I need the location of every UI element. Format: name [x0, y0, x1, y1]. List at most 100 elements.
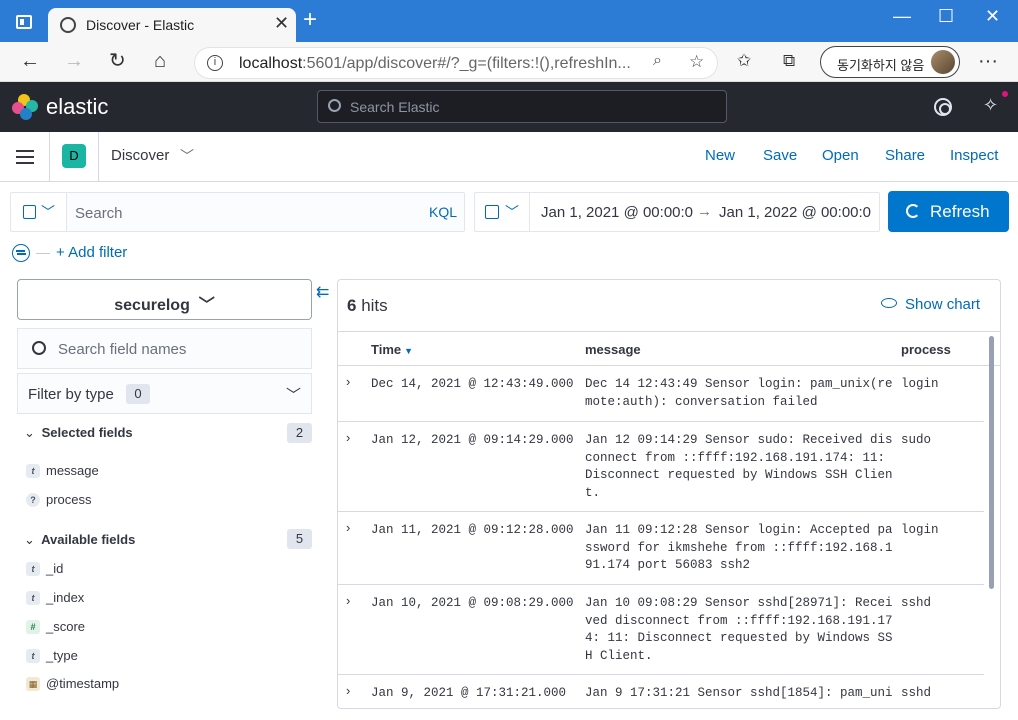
cell-message: Jan 10 09:08:29 Sensor sshd[28971]: Rece…	[585, 596, 893, 663]
browser-tab[interactable]: Discover - Elastic ✕	[48, 8, 296, 42]
chevron-down-icon: ﹀	[505, 204, 519, 220]
tab-close-icon[interactable]: ✕	[274, 13, 289, 34]
home-button[interactable]: ⌂	[154, 50, 166, 72]
string-type-icon: t	[26, 464, 40, 478]
calendar-icon	[485, 205, 499, 219]
share-button[interactable]: Share	[885, 147, 925, 164]
column-header-process[interactable]: process	[901, 342, 951, 357]
forward-button[interactable]: →	[64, 50, 84, 72]
space-avatar[interactable]: D	[62, 144, 86, 168]
zoom-icon[interactable]: ⌕	[653, 52, 662, 70]
filter-options-icon[interactable]	[12, 244, 30, 262]
query-bar: ﹀ Search KQL	[10, 192, 465, 232]
expand-row-icon[interactable]: ›	[346, 520, 350, 535]
field-search-placeholder: Search field names	[58, 341, 187, 358]
field-timestamp[interactable]: ▦ @timestamp	[26, 676, 119, 691]
query-input[interactable]: Search	[75, 205, 123, 222]
arrow-right-icon: →	[697, 203, 712, 220]
cell-process: login	[901, 377, 939, 391]
app-bar: D Discover ﹀ New Save Open Share Inspect	[0, 132, 1018, 182]
query-language-button[interactable]: KQL	[429, 204, 457, 220]
collections-icon[interactable]: ⧉	[783, 50, 795, 72]
chevron-down-icon[interactable]: ﹀	[180, 146, 194, 166]
field-search-input[interactable]: Search field names	[17, 328, 312, 369]
add-favorite-icon[interactable]: ☆	[689, 52, 704, 72]
table-row: › Jan 10, 2021 @ 09:08:29.000 Jan 10 09:…	[338, 585, 984, 675]
results-panel: 6 hits Show chart Time ▼ message process …	[337, 279, 1001, 709]
add-filter-button[interactable]: + Add filter	[56, 244, 127, 261]
string-type-icon: t	[26, 591, 40, 605]
selected-fields-count: 2	[287, 423, 312, 443]
index-pattern-selector[interactable]: securelog ﹀	[17, 279, 312, 320]
save-button[interactable]: Save	[763, 147, 797, 164]
refresh-icon	[906, 204, 920, 218]
maximize-button[interactable]: ☐	[938, 6, 954, 27]
elastic-logo-icon[interactable]	[12, 94, 38, 120]
cell-time: Jan 9, 2021 @ 17:31:21.000	[371, 686, 567, 700]
filter-by-type-button[interactable]: Filter by type 0 ﹀	[17, 373, 312, 414]
field-message[interactable]: t message	[26, 463, 99, 478]
browser-toolbar: ← → ↻ ⌂ i localhost:5601/app/discover#/?…	[0, 42, 1018, 82]
quick-date-menu-button[interactable]: ﹀	[475, 193, 530, 231]
field-type[interactable]: t _type	[26, 648, 78, 663]
new-button[interactable]: New	[705, 147, 735, 164]
sort-down-icon: ▼	[404, 346, 414, 356]
breadcrumb[interactable]: Discover	[111, 147, 169, 164]
minimize-button[interactable]: —	[893, 6, 911, 27]
profile-sync-button[interactable]: 동기화하지 않음	[820, 46, 960, 78]
field-process[interactable]: ? process	[26, 492, 92, 507]
expand-row-icon[interactable]: ›	[346, 683, 350, 698]
expand-row-icon[interactable]: ›	[346, 374, 350, 389]
reload-button[interactable]: ↻	[109, 50, 126, 72]
expand-row-icon[interactable]: ›	[346, 430, 350, 445]
cell-time: Dec 14, 2021 @ 12:43:49.000	[371, 377, 574, 391]
field-score[interactable]: # _score	[26, 619, 85, 634]
unknown-type-icon: ?	[26, 493, 40, 507]
column-header-message[interactable]: message	[585, 342, 641, 357]
new-tab-button[interactable]: +	[303, 8, 317, 32]
favorites-icon[interactable]: ✩	[737, 50, 751, 72]
end-date[interactable]: Jan 1, 2022 @ 00:00:0	[719, 204, 871, 221]
chevron-down-icon: ﹀	[41, 204, 55, 220]
show-chart-button[interactable]: Show chart	[881, 296, 980, 313]
saved-query-button[interactable]: ﹀	[11, 193, 67, 231]
table-scrollbar[interactable]	[989, 336, 994, 589]
refresh-label: Refresh	[930, 202, 990, 221]
eye-icon	[881, 298, 897, 308]
available-fields-toggle[interactable]: ⌄ Available fields	[24, 532, 135, 548]
available-fields-count: 5	[287, 529, 312, 549]
column-header-time[interactable]: Time ▼	[371, 342, 413, 357]
back-button[interactable]: ←	[20, 50, 40, 72]
cell-message: Jan 12 09:14:29 Sensor sudo: Received di…	[585, 433, 893, 500]
refresh-button[interactable]: Refresh	[888, 191, 1009, 232]
site-info-icon[interactable]: i	[207, 55, 223, 71]
cell-time: Jan 11, 2021 @ 09:12:28.000	[371, 523, 574, 537]
global-search-input[interactable]: Search Elastic	[317, 90, 727, 123]
tab-title: Discover - Elastic	[86, 17, 195, 33]
close-window-button[interactable]: ✕	[985, 6, 1000, 27]
divider	[49, 132, 50, 182]
inspect-button[interactable]: Inspect	[950, 147, 998, 164]
number-type-icon: #	[26, 620, 40, 634]
selected-fields-toggle[interactable]: ⌄ Selected fields	[24, 425, 133, 441]
divider	[98, 132, 99, 182]
window-menu-icon[interactable]	[16, 15, 32, 29]
address-bar[interactable]: i localhost:5601/app/discover#/?_g=(filt…	[194, 47, 718, 79]
string-type-icon: t	[26, 562, 40, 576]
cell-time: Jan 12, 2021 @ 09:14:29.000	[371, 433, 574, 447]
browser-menu-button[interactable]: ···	[978, 50, 998, 73]
open-button[interactable]: Open	[822, 147, 859, 164]
newsfeed-icon[interactable]: ✧	[983, 95, 998, 116]
cell-process: sudo	[901, 433, 932, 447]
sync-status-label: 동기화하지 않음	[837, 58, 925, 73]
start-date[interactable]: Jan 1, 2021 @ 00:00:0	[541, 204, 693, 221]
expand-row-icon[interactable]: ›	[346, 593, 350, 608]
collapse-sidebar-icon[interactable]: ⇇	[316, 282, 329, 302]
menu-toggle-icon[interactable]	[16, 150, 34, 164]
elastic-brand[interactable]: elastic	[46, 94, 108, 120]
notification-dot	[1000, 89, 1010, 99]
field-index[interactable]: t _index	[26, 590, 84, 605]
help-icon[interactable]	[934, 98, 952, 116]
cell-message: Jan 11 09:12:28 Sensor login: Accepted p…	[585, 523, 893, 572]
field-id[interactable]: t _id	[26, 561, 63, 576]
